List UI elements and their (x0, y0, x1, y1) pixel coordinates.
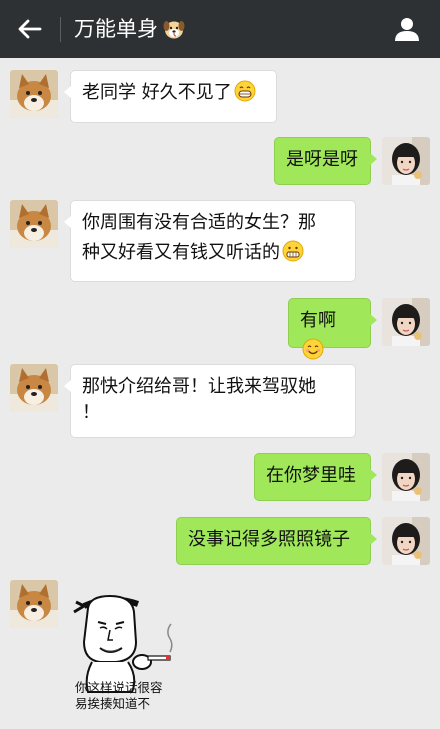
grimace-emoji-icon (282, 240, 304, 262)
my-avatar[interactable] (382, 453, 430, 501)
title-bar: 万能单身 (0, 0, 440, 58)
smile-emoji-icon (302, 338, 324, 360)
contact-avatar[interactable] (10, 580, 58, 628)
contact-avatar[interactable] (10, 364, 58, 412)
message-text: 在你梦里哇 (266, 465, 356, 486)
meme-caption-line: 易挨揍知道不 (75, 696, 151, 711)
my-avatar[interactable] (382, 137, 430, 185)
grin-emoji-icon (234, 80, 256, 102)
meme-caption-line: 你这样说话很容 (75, 680, 163, 695)
person-icon[interactable] (392, 14, 422, 44)
message-bubble[interactable]: 没事记得多照照镜子 (176, 517, 377, 565)
chat-title: 万能单身 (74, 15, 186, 43)
message-bubble[interactable]: 在你梦里哇 (254, 453, 377, 501)
message-text-line: 你周围有没有合适的女生？那 (82, 212, 316, 233)
contact-avatar[interactable] (10, 70, 58, 118)
message-text-line: 种又好看又有钱又听话的 (82, 242, 280, 263)
contact-avatar[interactable] (10, 200, 58, 248)
meme-caption: 你这样说话很容 易挨揍知道不 (75, 680, 185, 712)
message-bubble[interactable]: 老同学 好久不见了 (64, 70, 277, 123)
my-avatar[interactable] (382, 298, 430, 346)
message-text: 有啊 (300, 310, 336, 331)
dog-face-icon (163, 21, 185, 39)
title-divider (60, 17, 61, 42)
back-arrow-icon[interactable] (14, 13, 46, 45)
message-bubble[interactable]: 那快介绍给哥！让我来驾驭她 ！ (64, 364, 356, 438)
message-text-line: ！ (82, 402, 100, 423)
chat-title-text: 万能单身 (74, 17, 158, 41)
message-text: 老同学 好久不见了 (82, 82, 232, 103)
message-bubble[interactable]: 你周围有没有合适的女生？那 种又好看又有钱又听话的 (64, 200, 356, 282)
message-text: 是呀是呀 (286, 149, 358, 170)
message-text-line: 那快介绍给哥！让我来驾驭她 (82, 376, 316, 397)
message-bubble[interactable]: 有啊 (288, 298, 377, 360)
my-avatar[interactable] (382, 517, 430, 565)
message-text: 没事记得多照照镜子 (188, 529, 350, 550)
message-bubble[interactable]: 是呀是呀 (274, 137, 377, 185)
